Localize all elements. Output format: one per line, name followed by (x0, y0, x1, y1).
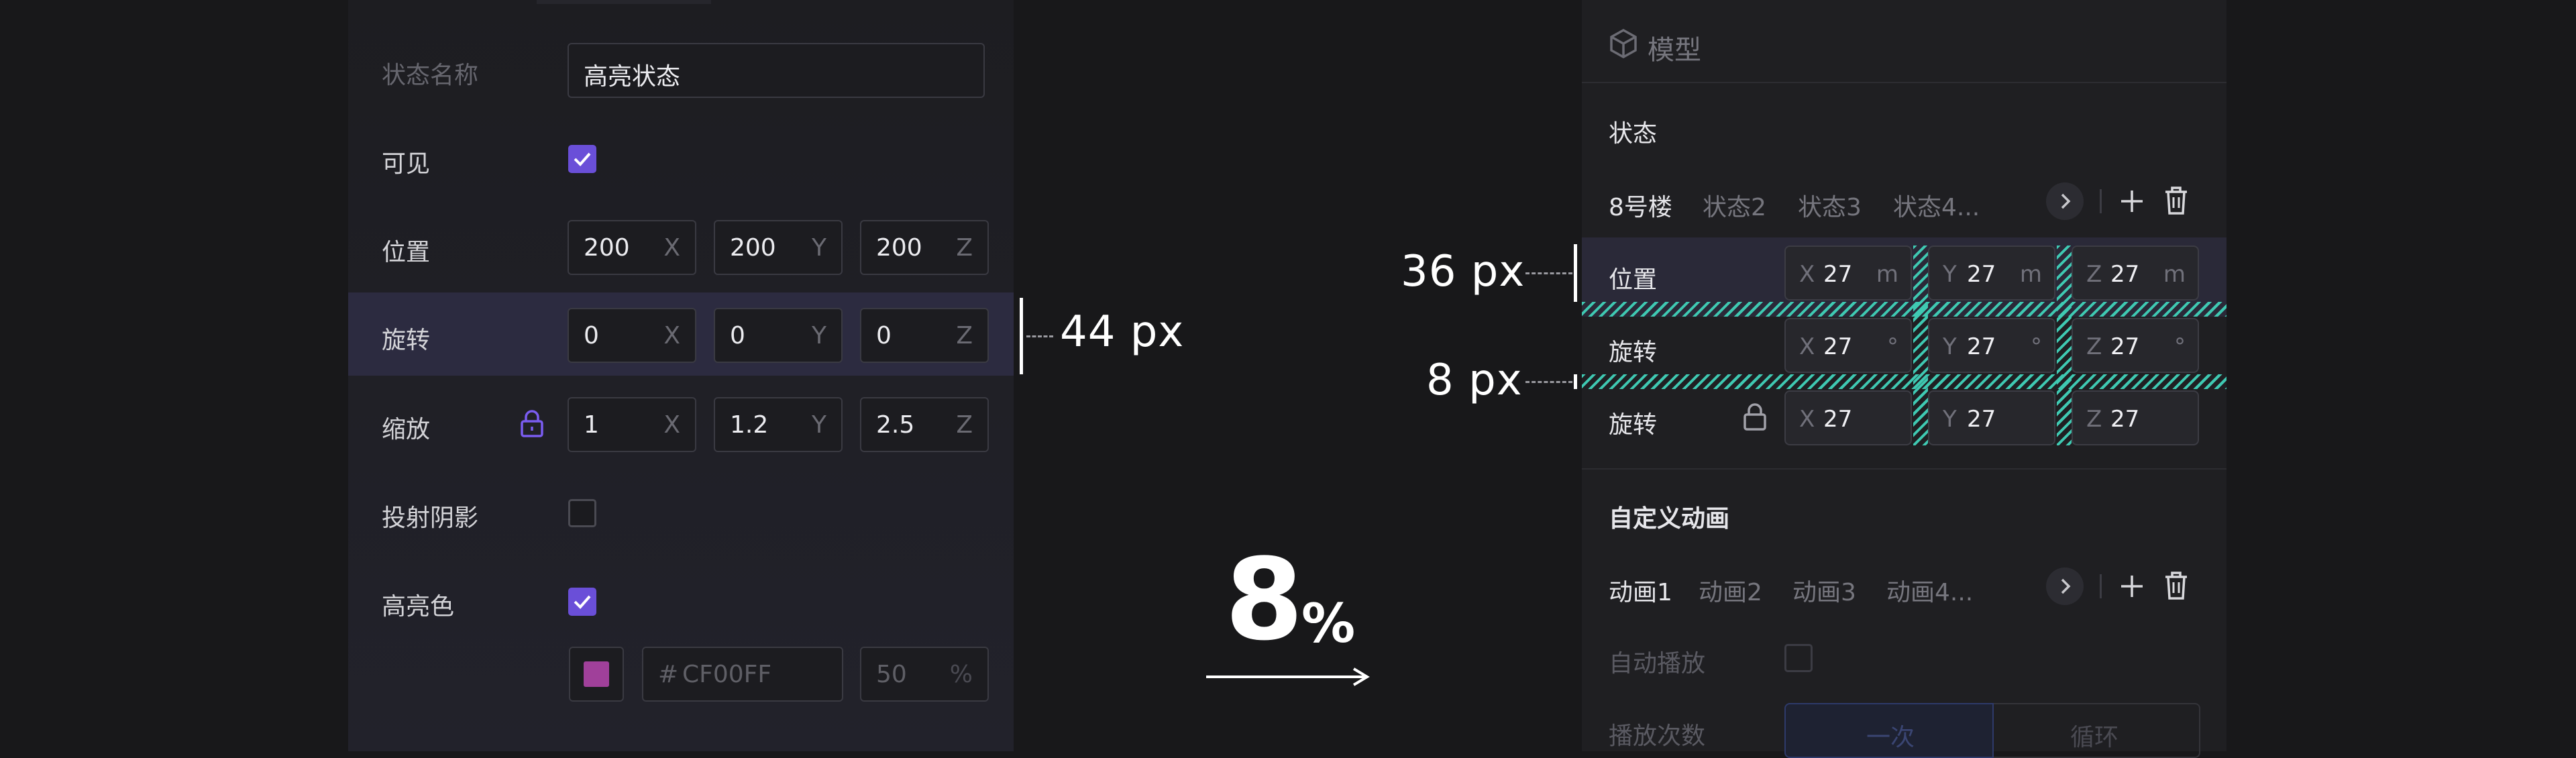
annotation-dash-36 (1525, 272, 1572, 274)
visible-row: 可见 (348, 115, 1014, 203)
play-once-option[interactable]: 一次 (1784, 703, 1994, 758)
autoplay-label: 自动播放 (1609, 650, 1706, 678)
annotation-36px: 36 px (1401, 247, 1525, 296)
rotation-row: 旋转 0 X 0 Y 0 Z (348, 292, 1014, 376)
highlight-color-row: 高亮色 (348, 558, 1014, 645)
state-tab-3[interactable]: 状态3 (1798, 188, 1862, 223)
rotation-z-input[interactable]: 0 Z (860, 308, 989, 363)
next-state-button[interactable] (2046, 182, 2084, 220)
state-settings-panel: 状态名称 高亮状态 可见 位置 200 X 200 Y 200 Z 旋转 0 X (348, 0, 1014, 751)
section-divider (1582, 468, 2226, 470)
hex-input[interactable]: # CF00FF (642, 647, 843, 702)
highlight-color-checkbox[interactable] (568, 588, 596, 616)
rotation-y-input[interactable]: Y 27 ° (1928, 318, 2055, 373)
rotation-locked-label: 旋转 (1609, 411, 1658, 439)
tab-divider (2100, 189, 2102, 213)
opacity-input[interactable]: 50 % (860, 647, 989, 702)
anim-tab-1[interactable]: 动画1 (1609, 573, 1672, 608)
anim-tab-divider (2100, 574, 2102, 598)
add-state-icon[interactable] (2117, 186, 2147, 219)
scale-label: 缩放 (382, 416, 431, 443)
rotation-label: 旋转 (1609, 339, 1658, 366)
anim-tab-4[interactable]: 动画4... (1886, 573, 1973, 608)
anim-section-title: 自定义动画 (1609, 505, 1730, 533)
rotation-x-input[interactable]: 0 X (568, 308, 696, 363)
row-gap-hatch-2 (1582, 374, 2226, 389)
rotation-locked-x-input[interactable]: X 27 (1784, 390, 1912, 445)
model-panel: 模型 状态 8号楼 状态2 状态3 状态4... 位置 X 27 m Y 27 … (1582, 0, 2226, 758)
color-value-row: # CF00FF 50 % (348, 647, 1014, 734)
play-count-label: 播放次数 (1609, 722, 1706, 750)
delete-anim-icon[interactable] (2163, 570, 2190, 604)
lock-icon[interactable] (519, 409, 545, 441)
autoplay-checkbox[interactable] (1784, 644, 1813, 672)
state-tab-1[interactable]: 8号楼 (1609, 188, 1672, 223)
visible-label: 可见 (382, 150, 431, 178)
panel-top-divider (537, 0, 711, 4)
add-anim-icon[interactable] (2117, 572, 2147, 604)
height-marker (1020, 298, 1023, 374)
visible-checkbox[interactable] (568, 145, 596, 173)
position-y-input[interactable]: 200 Y (714, 220, 843, 275)
position-x-input[interactable]: X 27 m (1784, 246, 1912, 301)
state-name-input[interactable]: 高亮状态 (568, 43, 985, 98)
scale-z-input[interactable]: 2.5 Z (860, 397, 989, 452)
cast-shadow-label: 投射阴影 (382, 504, 479, 532)
color-swatch (584, 661, 609, 687)
col-gap-hatch-1 (1913, 246, 1928, 445)
rotation-label: 旋转 (382, 327, 431, 354)
row-gap-hatch-1 (1582, 302, 2226, 317)
play-loop-option[interactable]: 循环 (1994, 703, 2200, 758)
cast-shadow-checkbox[interactable] (568, 499, 596, 527)
position-z-input[interactable]: 200 Z (860, 220, 989, 275)
delete-state-icon[interactable] (2163, 185, 2190, 219)
rotation-z-input[interactable]: Z 27 ° (2072, 318, 2199, 373)
ratio-unit: % (1301, 592, 1356, 655)
annotation-dash (1026, 335, 1053, 337)
position-label: 位置 (382, 239, 431, 266)
scale-row: 缩放 1 X 1.2 Y 2.5 Z (348, 381, 1014, 468)
rotation-locked-z-input[interactable]: Z 27 (2072, 390, 2199, 445)
scale-x-input[interactable]: 1 X (568, 397, 696, 452)
rotation-locked-y-input[interactable]: Y 27 (1928, 390, 2055, 445)
scale-y-input[interactable]: 1.2 Y (714, 397, 843, 452)
header-divider (1582, 82, 2226, 83)
state-tab-2[interactable]: 状态2 (1703, 188, 1766, 223)
state-section-title: 状态 (1609, 120, 1658, 148)
cube-icon (1609, 28, 1638, 62)
rotation-y-input[interactable]: 0 Y (714, 308, 843, 363)
anim-tab-3[interactable]: 动画3 (1792, 573, 1856, 608)
rotation-x-input[interactable]: X 27 ° (1784, 318, 1912, 373)
position-label: 位置 (1609, 266, 1658, 294)
anim-tab-2[interactable]: 动画2 (1699, 573, 1762, 608)
lock-icon[interactable] (1741, 402, 1768, 435)
state-tab-4[interactable]: 状态4... (1893, 188, 1980, 223)
color-swatch-button[interactable] (569, 647, 624, 702)
arrow-right-icon (1205, 667, 1373, 690)
annotation-44px: 44 px (1060, 307, 1185, 357)
panel-title: 模型 (1648, 35, 1701, 66)
annotation-dash-8 (1525, 381, 1572, 383)
gap-marker (1574, 374, 1577, 389)
row-height-marker (1574, 244, 1577, 302)
position-y-input[interactable]: Y 27 m (1928, 246, 2055, 301)
next-anim-button[interactable] (2046, 567, 2084, 605)
cast-shadow-row: 投射阴影 (348, 470, 1014, 557)
position-x-input[interactable]: 200 X (568, 220, 696, 275)
state-name-row: 状态名称 高亮状态 (348, 27, 1014, 114)
col-gap-hatch-2 (2057, 246, 2072, 445)
position-row: 位置 200 X 200 Y 200 Z (348, 204, 1014, 291)
state-name-label: 状态名称 (382, 62, 479, 89)
ratio-value: 8 (1225, 534, 1303, 665)
annotation-8px: 8 px (1426, 356, 1523, 405)
position-z-input[interactable]: Z 27 m (2072, 246, 2199, 301)
highlight-color-label: 高亮色 (382, 593, 455, 620)
